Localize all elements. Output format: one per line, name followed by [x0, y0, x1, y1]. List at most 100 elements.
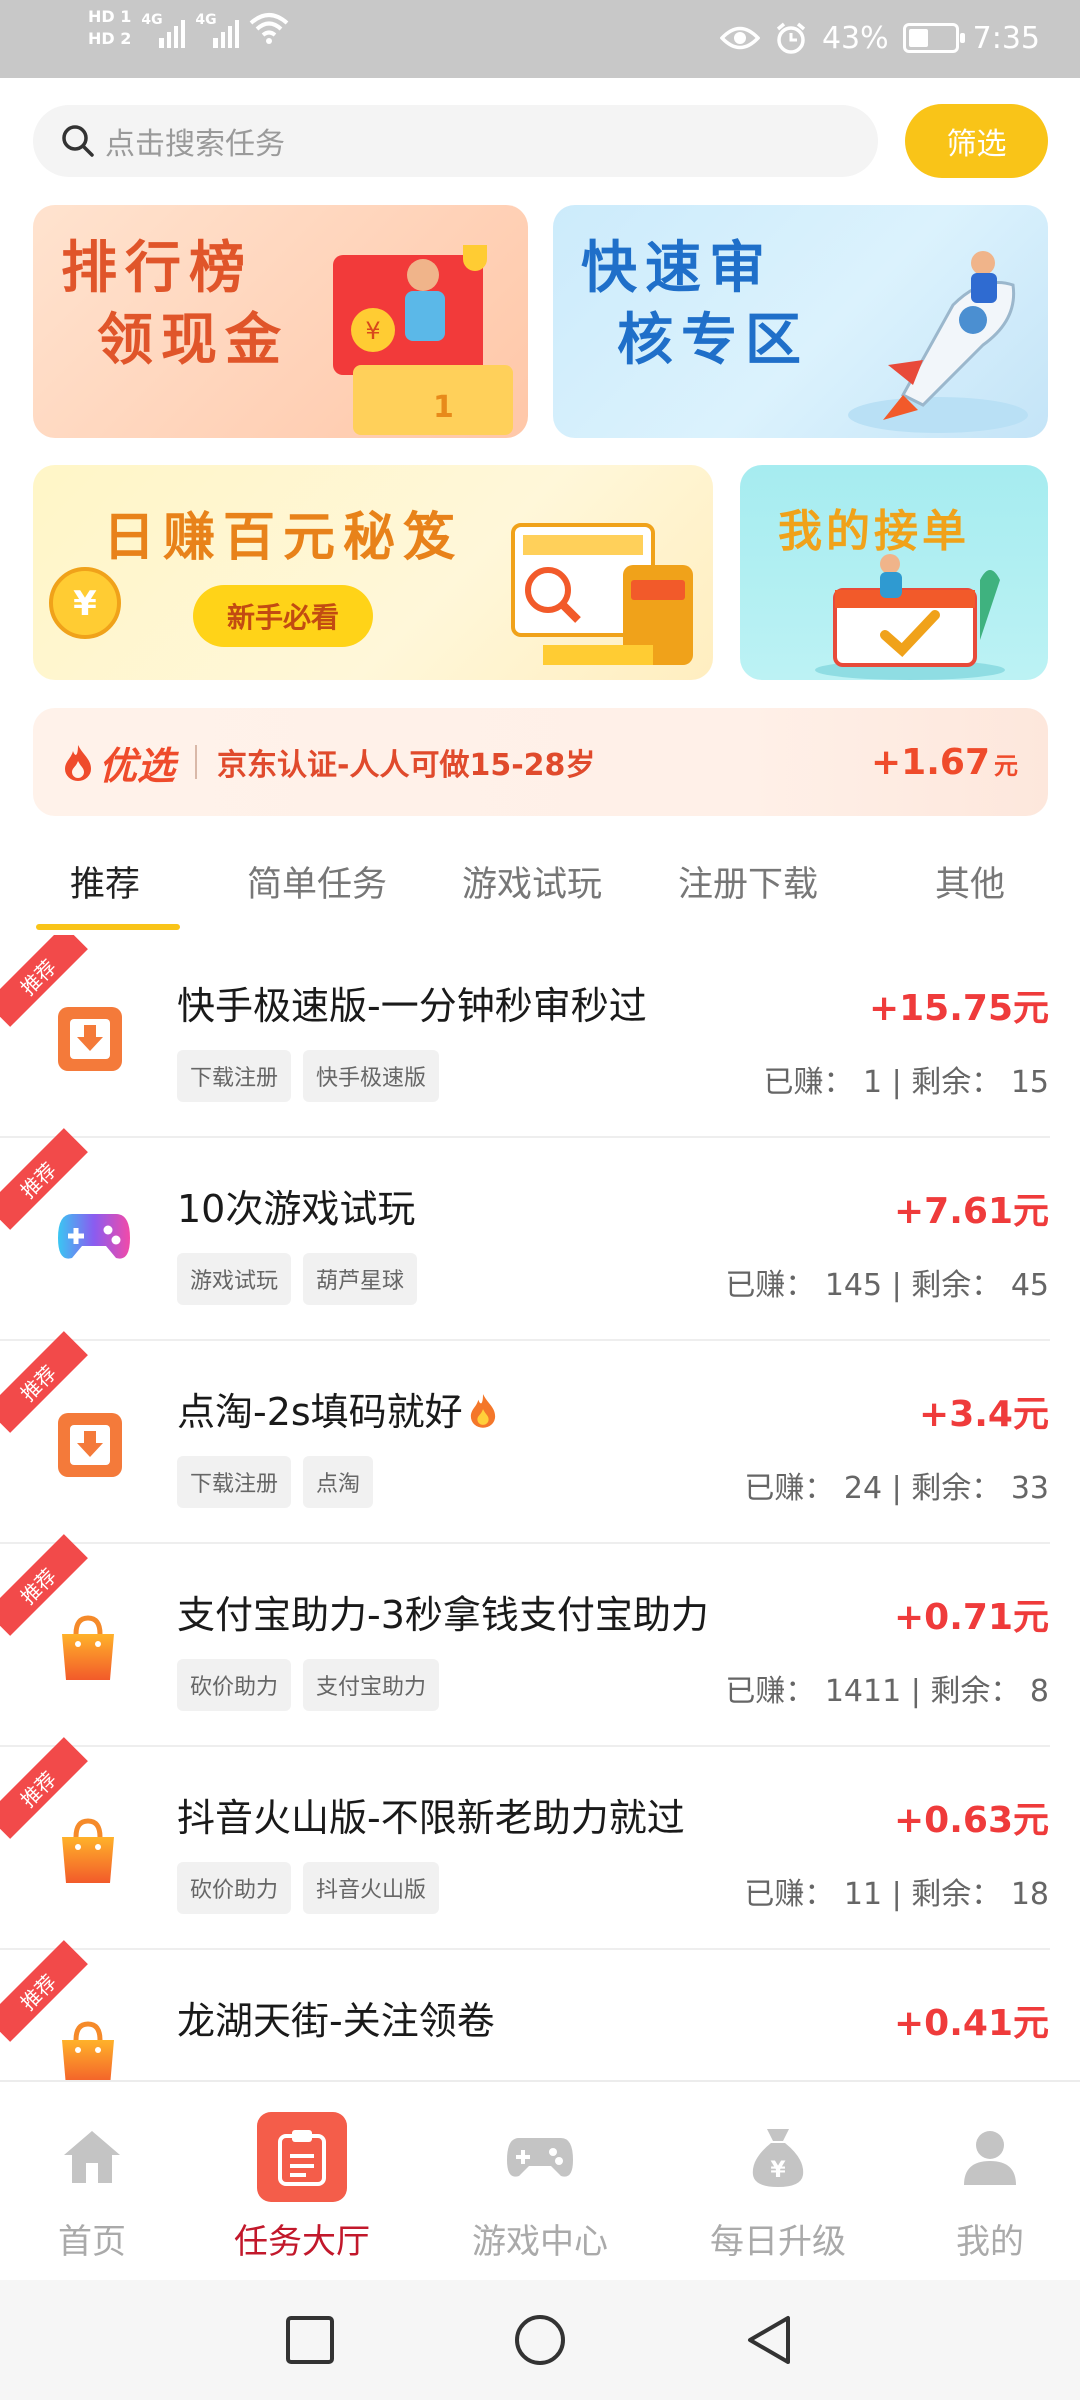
laptop-illustration: [511, 523, 693, 665]
task-title-text: 龙湖天街-关注领卷: [177, 1999, 495, 2043]
tab-other[interactable]: 其他: [935, 856, 1005, 907]
task-tags: 砍价助力 支付宝助力: [177, 1659, 440, 1711]
banner-fast-review[interactable]: 快速审 核专区: [553, 205, 1048, 438]
tab-register-download[interactable]: 注册下载: [678, 856, 818, 907]
clock: 7:35: [972, 20, 1040, 56]
shopping-bag-icon: [56, 1817, 124, 1885]
eye-icon: [719, 26, 760, 50]
banner-fast-review-title: 快速审 核专区: [581, 233, 809, 377]
nav-daily-upgrade[interactable]: ¥ 每日升级: [688, 2112, 868, 2263]
search-icon: [62, 125, 94, 157]
filter-button[interactable]: 筛选: [905, 104, 1048, 178]
task-tags: 游戏试玩 葫芦星球: [177, 1253, 418, 1305]
shopping-bag-icon: [56, 1614, 124, 1682]
fire-icon: [469, 1391, 497, 1438]
nav-game-center-label: 游戏中心: [472, 2222, 608, 2262]
task-title-text: 10次游戏试玩: [177, 1187, 416, 1231]
gamepad-icon: [56, 1208, 130, 1276]
nav-profile-label: 我的: [956, 2222, 1024, 2262]
task-tags: 砍价助力 抖音火山版: [177, 1862, 440, 1914]
signal-icon: 4G: [141, 8, 186, 48]
home-button-icon[interactable]: [512, 2312, 568, 2368]
wifi-icon: [250, 13, 289, 44]
nav-game-center[interactable]: 游戏中心: [450, 2112, 630, 2263]
nav-task-hall-label: 任务大厅: [234, 2222, 370, 2262]
task-reward: +3.4元: [919, 1394, 1049, 1435]
task-title-text: 支付宝助力-3秒拿钱支付宝助力: [177, 1593, 709, 1637]
battery-percent: 43%: [821, 20, 889, 56]
task-stats: 已赚： 11 | 剩余： 18: [744, 1877, 1049, 1912]
task-title-text: 点淘-2s填码就好: [177, 1390, 463, 1434]
task-row[interactable]: 推荐 点淘-2s填码就好 +3.4元 下载注册 点淘 已赚： 24 | 剩余： 33: [0, 1331, 1080, 1544]
task-stats: 已赚： 145 | 剩余： 45: [725, 1268, 1049, 1303]
user-icon: [945, 2112, 1035, 2202]
search-placeholder: 点击搜索任务: [105, 127, 285, 162]
status-right: 43% 7:35: [719, 12, 1040, 64]
task-list: 推荐 快手极速版-一分钟秒审秒过 +15.75元 下载注册 快手极速版 已赚： 1 | 剩…: [0, 935, 1080, 2080]
banner-daily-tips[interactable]: 日赚百元秘笈 新手必看 ¥: [33, 465, 713, 680]
task-title: 龙湖天街-关注领卷: [177, 1990, 495, 2045]
featured-task[interactable]: 优选 京东认证-人人可做15-28岁 +1.67 元: [33, 708, 1048, 816]
nav-home[interactable]: 首页: [2, 2112, 182, 2263]
task-row[interactable]: 推荐 抖音火山版-不限新老助力就过 +0.63元 砍价助力 抖音火山版 已赚： 11 | …: [0, 1737, 1080, 1950]
task-reward: +0.41元: [894, 2003, 1049, 2044]
tab-simple-tasks[interactable]: 简单任务: [247, 856, 387, 907]
category-tabs: 推荐 简单任务 游戏试玩 注册下载 其他: [0, 836, 1080, 932]
task-stats: 已赚： 24 | 剩余： 33: [744, 1471, 1049, 1506]
task-tag: 下载注册: [177, 1456, 292, 1508]
bottom-nav: 首页 任务大厅 游戏中心 ¥ 每日升级 我的: [0, 2080, 1080, 2280]
download-icon: [56, 1005, 124, 1073]
featured-reward-value: +1.67: [871, 741, 990, 783]
battery-icon: [902, 23, 965, 53]
task-tags: 下载注册 快手极速版: [177, 1050, 440, 1102]
banner-leaderboard[interactable]: 排行榜 领现金 ¥ 1: [33, 205, 528, 438]
task-title: 支付宝助力-3秒拿钱支付宝助力: [177, 1584, 709, 1639]
signal-icon: 4G: [195, 8, 240, 48]
hd1-label: HD 1: [88, 7, 132, 26]
banner-my-orders[interactable]: 我的接单: [740, 465, 1048, 680]
calendar-illustration: [815, 554, 1005, 680]
task-row[interactable]: 推荐 龙湖天街-关注领卷 +0.41元: [0, 1940, 1080, 2080]
task-tag: 游戏试玩: [177, 1253, 292, 1305]
featured-separator: [195, 745, 198, 779]
task-stats: 已赚： 1 | 剩余： 15: [763, 1065, 1049, 1100]
svg-text:¥: ¥: [73, 584, 97, 624]
shopping-bag-icon: [56, 2020, 124, 2080]
net1-label: 4G: [141, 12, 163, 28]
task-title: 快手极速版-一分钟秒审秒过: [177, 975, 647, 1030]
tab-game-trial[interactable]: 游戏试玩: [462, 856, 602, 907]
banner-daily-tips-pill: 新手必看: [193, 585, 373, 647]
coin-icon: ¥: [49, 567, 121, 639]
trophy-illustration: ¥ 1: [333, 245, 513, 435]
task-row[interactable]: 推荐 10次游戏试玩 +7.61元 游戏试玩 葫芦星球 已赚： 145 | 剩余： 45: [0, 1128, 1080, 1341]
nav-profile[interactable]: 我的: [900, 2112, 1080, 2263]
banner-leaderboard-line2: 领现金: [97, 308, 289, 373]
task-tag: 葫芦星球: [303, 1253, 418, 1305]
tab-recommended[interactable]: 推荐: [70, 856, 140, 907]
svg-text:¥: ¥: [770, 2158, 786, 2183]
banner-fast-review-line1: 快速审: [581, 236, 773, 301]
task-tag: 点淘: [303, 1456, 374, 1508]
gamepad-icon: [495, 2112, 585, 2202]
task-title: 点淘-2s填码就好: [177, 1381, 497, 1438]
nav-daily-upgrade-label: 每日升级: [710, 2222, 846, 2262]
task-stats: 已赚： 1411 | 剩余： 8: [725, 1674, 1049, 1709]
search-input[interactable]: 点击搜索任务: [33, 105, 878, 177]
alarm-icon: [776, 22, 806, 54]
task-tags: 下载注册 点淘: [177, 1456, 374, 1508]
task-row[interactable]: 推荐 快手极速版-一分钟秒审秒过 +15.75元 下载注册 快手极速版 已赚： 1 | 剩…: [0, 935, 1080, 1138]
hd-indicator: HD 1 HD 2: [88, 8, 131, 48]
recent-apps-icon[interactable]: [282, 2312, 338, 2368]
banner-leaderboard-line1: 排行榜: [61, 236, 253, 301]
task-row[interactable]: 推荐 支付宝助力-3秒拿钱支付宝助力 +0.71元 砍价助力 支付宝助力 已赚： 1411…: [0, 1534, 1080, 1747]
back-icon[interactable]: [742, 2312, 798, 2368]
task-reward: +0.71元: [894, 1597, 1049, 1638]
task-tag: 快手极速版: [303, 1050, 440, 1102]
task-tag: 砍价助力: [177, 1659, 292, 1711]
featured-reward: +1.67 元: [871, 742, 1018, 783]
download-icon: [56, 1411, 124, 1479]
nav-task-hall[interactable]: 任务大厅: [212, 2112, 392, 2263]
nav-home-label: 首页: [58, 2222, 126, 2262]
task-tag: 砍价助力: [177, 1862, 292, 1914]
banner-daily-tips-title: 日赚百元秘笈: [103, 508, 464, 568]
